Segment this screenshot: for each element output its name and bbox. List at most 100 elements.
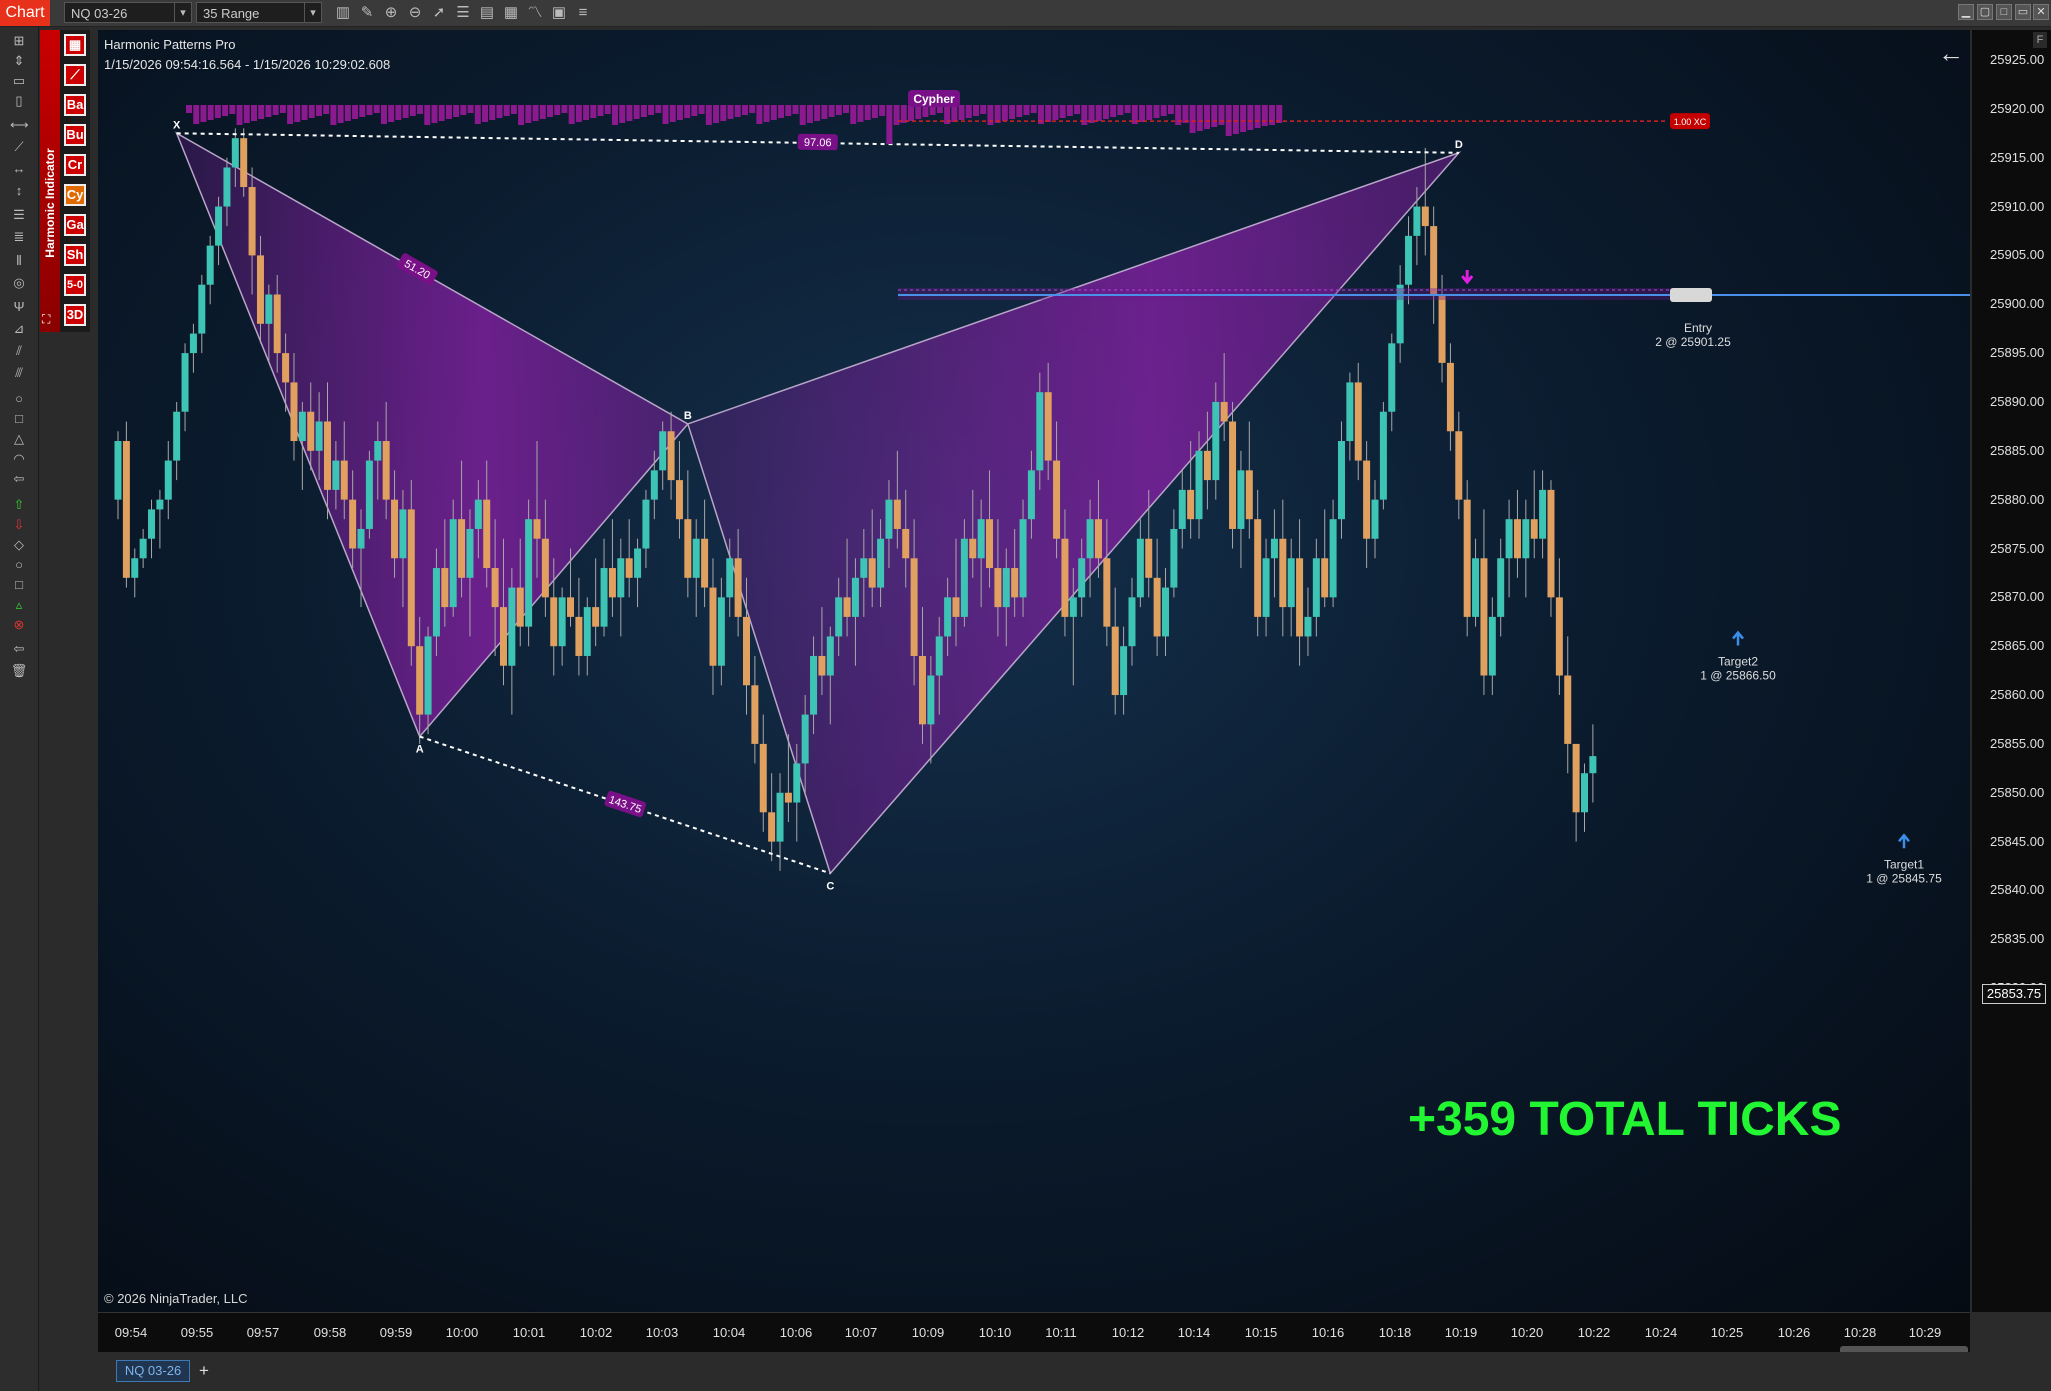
strategies-icon[interactable]: ▦ — [502, 3, 520, 23]
pattern-button-cr[interactable]: Cr — [64, 154, 86, 176]
ruler-icon[interactable]: ⊞ — [10, 33, 28, 49]
rectangle-icon[interactable]: □ — [10, 411, 28, 427]
pattern-point-label: A — [416, 744, 424, 756]
instrument-selector[interactable]: NQ 03-26 ▾ — [64, 2, 192, 23]
histogram-bar — [222, 105, 229, 116]
stop-icon[interactable]: ⊗ — [10, 617, 28, 633]
zoom-in-icon[interactable]: ⊕ — [382, 3, 400, 23]
candle-body — [1388, 343, 1396, 412]
fib-time-icon[interactable]: ⦀ — [10, 253, 28, 269]
trend-channel-icon[interactable]: ⫻ — [10, 365, 28, 381]
histogram-bar — [662, 105, 669, 124]
candle-body — [851, 577, 859, 617]
pattern-button-ba[interactable]: Ba — [64, 94, 86, 116]
andrews-pitchfork-icon[interactable]: Ψ — [10, 299, 28, 315]
fib-retracement-icon[interactable]: ☰ — [10, 207, 28, 223]
candle-body — [1153, 577, 1161, 637]
indicators-icon[interactable]: 〽 — [526, 3, 544, 23]
restore-button[interactable]: ▢ — [1977, 4, 1993, 20]
histogram-bar — [568, 105, 575, 124]
tile-button[interactable]: ▭ — [2015, 4, 2031, 20]
histogram-bar — [301, 105, 308, 120]
gann-fan-icon[interactable]: ⊿ — [10, 321, 28, 337]
histogram-bar — [344, 105, 351, 121]
price-tick-label: 25915.00 — [1990, 149, 2045, 165]
chevron-down-icon: ▾ — [304, 3, 321, 22]
candle-body — [986, 519, 994, 569]
candle-body — [198, 284, 206, 334]
collapse-icon[interactable]: ⛶ — [42, 312, 50, 327]
pattern-button-cy[interactable]: Cy — [64, 184, 86, 206]
candle-body — [324, 421, 331, 490]
info-icon[interactable]: ▯ — [10, 93, 28, 109]
candle-body — [508, 587, 516, 666]
dot-icon[interactable]: ○ — [10, 557, 28, 573]
candle-body — [567, 597, 575, 617]
histogram-bar — [691, 105, 698, 116]
candle-body — [1312, 558, 1320, 617]
templates-icon[interactable]: ▣ — [550, 3, 568, 23]
candle-body — [382, 441, 390, 500]
histogram-bar — [792, 105, 799, 114]
zoom-out-icon[interactable]: ⊖ — [406, 3, 424, 23]
arrow-up-icon[interactable]: ⇧ — [10, 497, 28, 513]
bar-chart-icon[interactable]: ▥ — [334, 3, 352, 23]
pattern-button-sh[interactable]: Sh — [64, 244, 86, 266]
data-box-icon[interactable]: ▤ — [478, 3, 496, 23]
pattern-button-3d[interactable]: 3D — [64, 304, 86, 326]
pattern-button-bu[interactable]: Bu — [64, 124, 86, 146]
candle-body — [667, 431, 675, 481]
fib-circle-icon[interactable]: ◎ — [10, 275, 28, 291]
axis-format-button[interactable]: F — [2033, 32, 2047, 48]
pencil-icon[interactable]: ✎ — [358, 3, 376, 23]
candle-body — [893, 499, 901, 529]
arrow-down-icon[interactable]: ⇩ — [10, 517, 28, 533]
fib-extension-icon[interactable]: ≣ — [10, 229, 28, 245]
candle-body — [634, 548, 642, 578]
pointer-icon[interactable]: ➚ — [430, 3, 448, 23]
trash-icon[interactable]: 🗑 — [10, 663, 28, 679]
chart-menu-button[interactable]: Chart — [0, 0, 50, 26]
entry-order-badge — [1670, 288, 1712, 303]
histogram-bar — [727, 105, 734, 119]
settings-grid-icon[interactable]: ▦ — [64, 34, 86, 56]
risk-reward-icon[interactable]: ⇕ — [10, 53, 28, 69]
minimize-button[interactable]: ▁ — [1958, 4, 1974, 20]
arrow-line-icon[interactable]: ⇦ — [10, 471, 28, 487]
triangle-icon[interactable]: △ — [10, 431, 28, 447]
pattern-button-ga[interactable]: Ga — [64, 214, 86, 236]
price-axis[interactable]: F — [1972, 30, 2051, 1312]
histogram-bar — [676, 105, 683, 120]
regression-channel-icon[interactable]: ⫽ — [10, 343, 28, 359]
tab-nq-03-26[interactable]: NQ 03-26 — [116, 1360, 190, 1382]
add-tab-icon[interactable]: + — [194, 1360, 214, 1382]
line-icon[interactable]: ⟷ — [10, 117, 29, 133]
close-button[interactable]: ✕ — [2033, 4, 2049, 20]
histogram-bar — [741, 105, 748, 115]
histogram-bar — [734, 105, 741, 117]
draw-pattern-icon[interactable]: ⟋ — [64, 64, 86, 86]
histogram-bar — [720, 105, 727, 121]
region-icon[interactable]: ▭ — [10, 73, 28, 89]
candle-body — [944, 597, 952, 637]
text-arrow-icon[interactable]: ⇦ — [10, 641, 28, 657]
candle-body — [1337, 441, 1345, 520]
vertical-line-icon[interactable]: ↕ — [10, 183, 28, 199]
diamond-icon[interactable]: ◇ — [10, 537, 28, 553]
maximize-button[interactable]: □ — [1996, 4, 2012, 20]
list-icon[interactable]: ≡ — [574, 3, 592, 23]
histogram-bar — [987, 105, 994, 125]
square-icon[interactable]: □ — [10, 577, 28, 593]
tab-bar — [98, 1352, 2051, 1391]
horizontal-line-icon[interactable]: ↔ — [10, 161, 28, 177]
back-arrow-icon[interactable]: ← — [1938, 38, 1964, 69]
candle-body — [600, 568, 608, 627]
arc-icon[interactable]: ◠ — [10, 451, 28, 467]
pattern-button-5-0[interactable]: 5-0 — [64, 274, 86, 296]
ray-icon[interactable]: ⟋ — [10, 139, 28, 155]
triangle-up-icon[interactable]: ▵ — [10, 597, 28, 613]
bar-type-selector[interactable]: 35 Range ▾ — [196, 2, 322, 23]
properties-icon[interactable]: ☰ — [454, 3, 472, 23]
ellipse-icon[interactable]: ○ — [10, 391, 28, 407]
candle-body — [550, 597, 558, 647]
